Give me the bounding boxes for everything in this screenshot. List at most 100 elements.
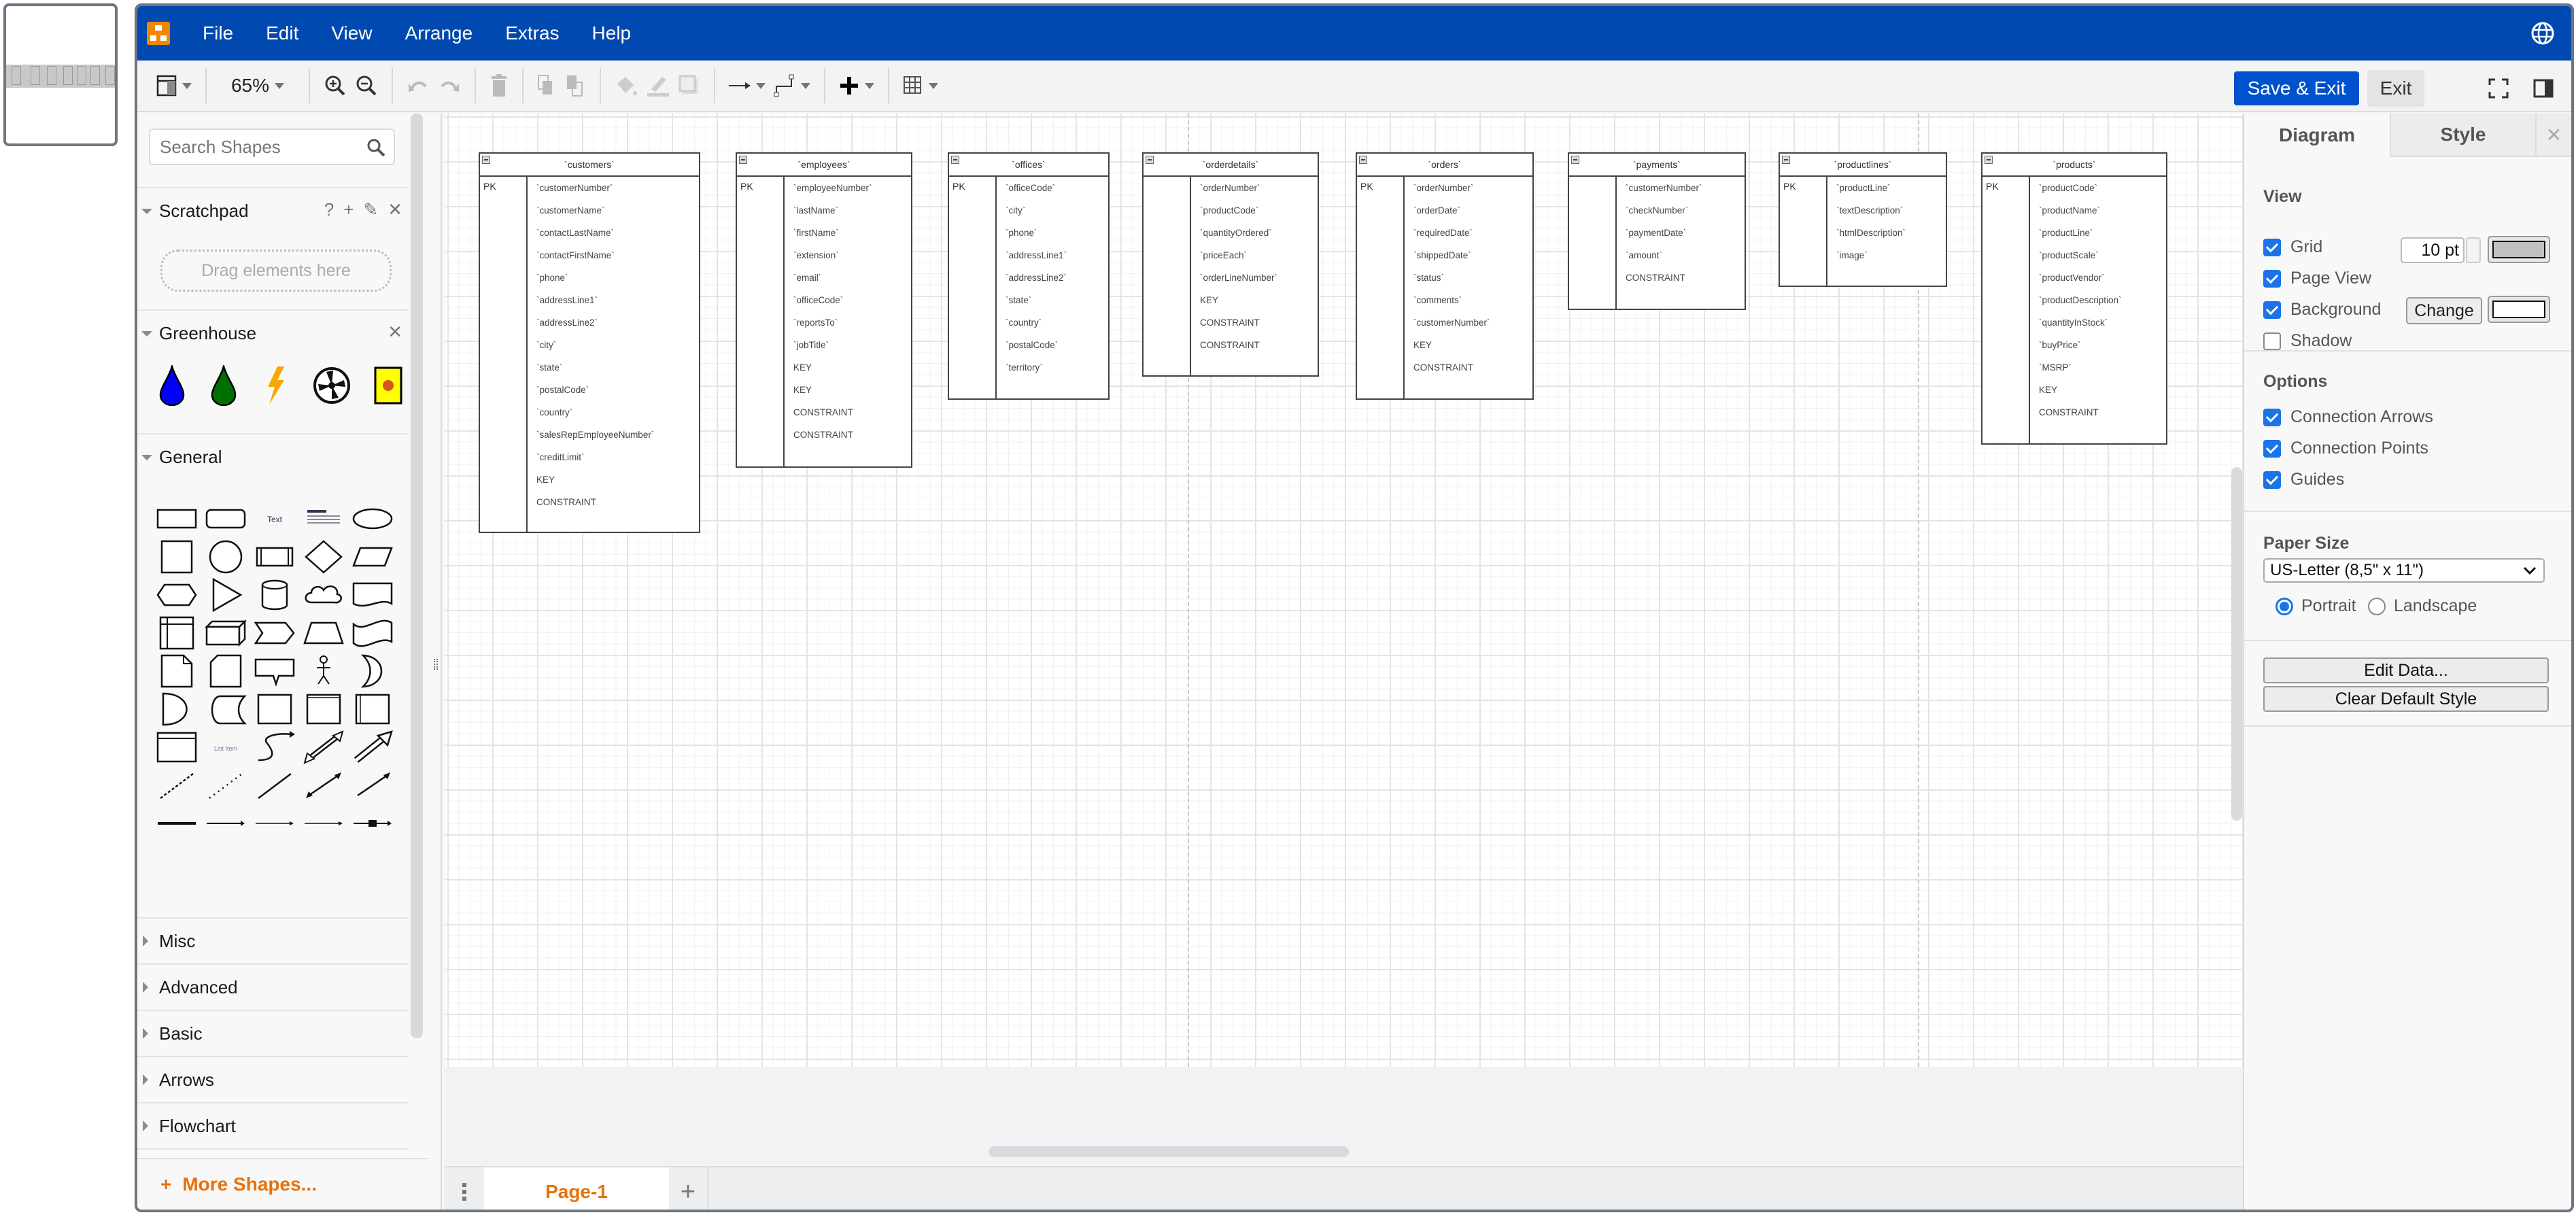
edit-data-button[interactable]: Edit Data...	[2263, 657, 2549, 683]
list-shape-icon[interactable]	[152, 728, 201, 766]
er-table[interactable]: `payments` `customerNumber` `checkNumber` `…	[1568, 152, 1746, 310]
connector-with-3-labels-shape-icon[interactable]	[299, 804, 348, 842]
curve-shape-icon[interactable]	[250, 728, 299, 766]
table-field[interactable]: `customerNumber`	[528, 179, 699, 202]
connector-with-symbol-shape-icon[interactable]	[348, 804, 397, 842]
er-table[interactable]: `employees` PK `employeeNumber` `lastName` `…	[736, 152, 912, 468]
container-shape-icon[interactable]	[250, 690, 299, 728]
square-shape-icon[interactable]	[152, 538, 201, 576]
menu-extras[interactable]: Extras	[489, 22, 575, 44]
table-field[interactable]: `htmlDescription`	[1827, 224, 1946, 247]
add-page-button[interactable]: +	[669, 1167, 708, 1210]
add-icon[interactable]: +	[343, 199, 354, 220]
directional-connector-shape-icon[interactable]	[348, 766, 397, 804]
table-field[interactable]: `phone`	[528, 269, 699, 292]
more-shapes-button[interactable]: + More Shapes...	[137, 1158, 428, 1210]
general-header[interactable]: General	[137, 434, 408, 479]
er-table[interactable]: `orderdetails` `orderNumber` `productCode`…	[1142, 152, 1319, 377]
landscape-radio[interactable]: Landscape	[2368, 596, 2477, 616]
table-field[interactable]: `orderDate`	[1405, 202, 1532, 224]
green-water-drop-icon[interactable]	[209, 363, 238, 407]
table-field[interactable]: `employeeNumber`	[785, 179, 911, 202]
table-field[interactable]: `productCode`	[2030, 179, 2166, 202]
close-icon[interactable]: ✕	[388, 322, 402, 343]
table-field[interactable]: KEY	[1191, 292, 1318, 314]
table-field[interactable]: `paymentDate`	[1617, 224, 1745, 247]
view-panels-button[interactable]	[156, 68, 192, 103]
collapse-icon[interactable]	[1146, 156, 1154, 164]
circle-shape-icon[interactable]	[201, 538, 250, 576]
undo-button[interactable]	[407, 68, 430, 103]
table-field[interactable]: `officeCode`	[997, 179, 1108, 202]
connection-arrows-checkbox[interactable]: Connection Arrows	[2263, 407, 2433, 427]
dotted-line-shape-icon[interactable]	[201, 766, 250, 804]
close-icon[interactable]: ✕	[388, 199, 402, 220]
menu-view[interactable]: View	[315, 22, 388, 44]
page-view-checkbox[interactable]: Page View	[2263, 269, 2371, 288]
waypoints-button[interactable]	[774, 68, 810, 103]
callout-shape-icon[interactable]	[250, 652, 299, 690]
close-format-panel-icon[interactable]: ✕	[2535, 114, 2571, 157]
internal-storage-shape-icon[interactable]	[152, 614, 201, 652]
fan-icon[interactable]	[313, 365, 351, 406]
collapse-icon[interactable]	[1782, 156, 1790, 164]
misc-header[interactable]: Misc	[137, 919, 408, 963]
table-field[interactable]: `city`	[528, 337, 699, 359]
text-shape-icon[interactable]: Text	[250, 500, 299, 538]
table-field[interactable]: `productLine`	[1827, 179, 1946, 202]
save-and-exit-button[interactable]: Save & Exit	[2234, 71, 2359, 105]
table-field[interactable]: `addressLine2`	[997, 269, 1108, 292]
table-field[interactable]: `priceEach`	[1191, 247, 1318, 269]
table-field[interactable]: `territory`	[997, 359, 1108, 381]
cylinder-shape-icon[interactable]	[250, 576, 299, 614]
grid-color-swatch[interactable]	[2488, 236, 2550, 263]
table-field[interactable]: `status`	[1405, 269, 1532, 292]
insert-button[interactable]	[839, 68, 874, 103]
paper-size-select[interactable]: US-Letter (8,5" x 11")	[2263, 558, 2545, 583]
fullscreen-icon[interactable]	[2488, 78, 2509, 99]
lightning-bolt-icon[interactable]	[261, 365, 290, 406]
collapse-icon[interactable]	[1571, 156, 1579, 164]
vertical-scrollbar[interactable]	[2231, 467, 2242, 821]
table-field[interactable]: `shippedDate`	[1405, 247, 1532, 269]
language-globe-icon[interactable]	[2530, 21, 2555, 46]
fill-color-button[interactable]	[615, 68, 638, 103]
collapse-icon[interactable]	[482, 156, 490, 164]
table-field[interactable]: `firstName`	[785, 224, 911, 247]
table-header[interactable]: `customers`	[480, 154, 699, 177]
table-field[interactable]: `state`	[997, 292, 1108, 314]
table-field[interactable]: `creditLimit`	[528, 449, 699, 471]
table-field[interactable]: `lastName`	[785, 202, 911, 224]
step-shape-icon[interactable]	[250, 614, 299, 652]
table-field[interactable]: `buyPrice`	[2030, 337, 2166, 359]
table-field[interactable]: `addressLine1`	[997, 247, 1108, 269]
portrait-radio[interactable]: Portrait	[2276, 596, 2356, 616]
table-field[interactable]: `extension`	[785, 247, 911, 269]
cube-shape-icon[interactable]	[201, 614, 250, 652]
table-field[interactable]: `quantityOrdered`	[1191, 224, 1318, 247]
grid-checkbox[interactable]: Grid	[2263, 237, 2322, 257]
table-field[interactable]: CONSTRAINT	[2030, 404, 2166, 426]
table-field[interactable]: `salesRepEmployeeNumber`	[528, 426, 699, 449]
connection-points-checkbox[interactable]: Connection Points	[2263, 439, 2428, 458]
table-field[interactable]: `email`	[785, 269, 911, 292]
table-field[interactable]: `addressLine2`	[528, 314, 699, 337]
list-item-shape-icon[interactable]: List Item	[201, 728, 250, 766]
rounded-rectangle-shape-icon[interactable]	[201, 500, 250, 538]
table-field[interactable]: CONSTRAINT	[785, 404, 911, 426]
table-field[interactable]: `productScale`	[2030, 247, 2166, 269]
table-field[interactable]: `orderLineNumber`	[1191, 269, 1318, 292]
actor-shape-icon[interactable]	[299, 652, 348, 690]
table-field[interactable]: `productCode`	[1191, 202, 1318, 224]
blue-water-drop-icon[interactable]	[158, 363, 186, 407]
frame-shape-icon[interactable]	[299, 690, 348, 728]
er-table[interactable]: `offices` PK `officeCode` `city` `phone` `add…	[948, 152, 1110, 400]
hexagon-shape-icon[interactable]	[152, 576, 201, 614]
shadow-checkbox[interactable]: Shadow	[2263, 331, 2352, 351]
table-field[interactable]: `postalCode`	[997, 337, 1108, 359]
table-field[interactable]: CONSTRAINT	[1617, 269, 1745, 292]
table-field[interactable]: `contactFirstName`	[528, 247, 699, 269]
connection-style-button[interactable]	[729, 68, 766, 103]
table-field[interactable]: KEY	[1405, 337, 1532, 359]
table-header[interactable]: `orders`	[1357, 154, 1532, 177]
